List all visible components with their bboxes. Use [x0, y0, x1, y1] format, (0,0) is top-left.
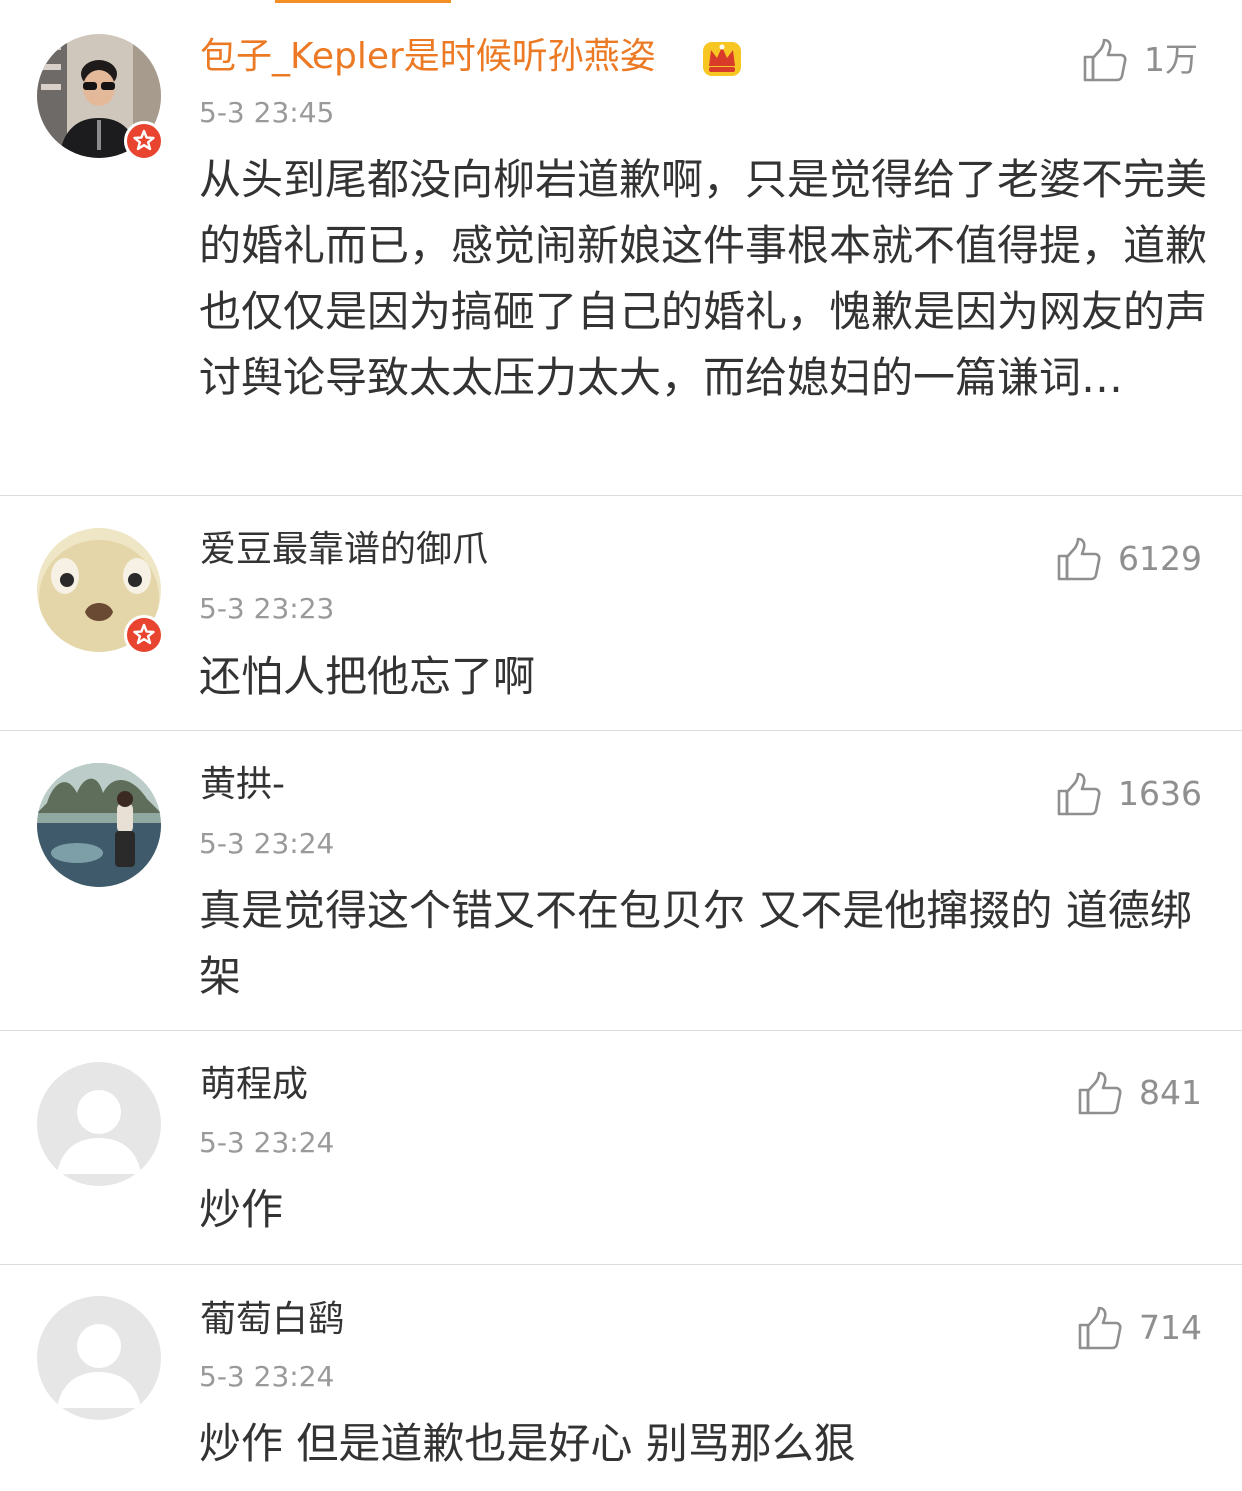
comment-time: 5-3 23:24 [199, 827, 335, 860]
comment-username[interactable]: 萌程成 [200, 1063, 308, 1107]
comment-username[interactable]: 葡萄白鹞 [200, 1298, 344, 1342]
thumbs-up-icon [1082, 37, 1128, 83]
comment-item: 包子_Kepler是时候听孙燕姿 5-3 23:45 1万 从头到尾都没向柳岩道… [0, 0, 1242, 496]
like-button[interactable]: 6129 [1056, 536, 1202, 582]
comment-text: 从头到尾都没向柳岩道歉啊，只是觉得给了老婆不完美的婚礼而已，感觉闹新娘这件事根本… [199, 155, 1208, 402]
like-button[interactable]: 1636 [1056, 771, 1202, 817]
comment-item: 爱豆最靠谱的御爪 5-3 23:23 6129 还怕人把他忘了啊 [0, 496, 1242, 731]
comment-item: 萌程成 5-3 23:24 841 炒作 [0, 1031, 1242, 1265]
comment-text: 还怕人把他忘了啊 [199, 652, 536, 701]
thumbs-up-icon [1077, 1070, 1123, 1116]
like-count: 1636 [1118, 774, 1202, 813]
thumbs-up-icon [1056, 536, 1102, 582]
like-count: 714 [1139, 1308, 1202, 1347]
verified-badge [124, 615, 164, 655]
comment-username[interactable]: 黄拱- [200, 763, 285, 807]
verified-star-icon [127, 124, 161, 158]
like-count: 1万 [1144, 40, 1198, 79]
comment-username[interactable]: 包子_Kepler是时候听孙燕姿 [200, 35, 656, 79]
default-avatar-icon [37, 1296, 161, 1420]
comment-time: 5-3 23:23 [199, 592, 335, 625]
thumbs-up-icon [1056, 771, 1102, 817]
crown-icon [703, 42, 741, 76]
like-button[interactable]: 841 [1077, 1070, 1202, 1116]
comment-text: 真是觉得这个错又不在包贝尔 又不是他撺掇的 道德绑架 [199, 886, 1192, 1001]
verified-badge [124, 121, 164, 161]
comment-time: 5-3 23:24 [199, 1126, 335, 1159]
like-button[interactable]: 714 [1077, 1305, 1202, 1351]
like-count: 6129 [1118, 539, 1202, 578]
comment-time: 5-3 23:45 [199, 96, 335, 129]
like-count: 841 [1139, 1073, 1202, 1112]
thumbs-up-icon [1077, 1305, 1123, 1351]
avatar[interactable] [37, 763, 161, 887]
comment-time: 5-3 23:24 [199, 1360, 335, 1393]
comment-text: 炒作 [199, 1185, 284, 1234]
default-avatar-icon [37, 1062, 161, 1186]
comment-item: 黄拱- 5-3 23:24 1636 真是觉得这个错又不在包贝尔 又不是他撺掇的… [0, 731, 1242, 1031]
comment-item: 葡萄白鹞 5-3 23:24 714 炒作 但是道歉也是好心 别骂那么狠 [0, 1265, 1242, 1491]
avatar[interactable] [37, 1062, 161, 1186]
comment-text: 炒作 但是道歉也是好心 别骂那么狠 [199, 1419, 856, 1468]
verified-star-icon [127, 618, 161, 652]
comment-username[interactable]: 爱豆最靠谱的御爪 [200, 528, 488, 572]
avatar[interactable] [37, 1296, 161, 1420]
like-button[interactable]: 1万 [1082, 37, 1198, 83]
